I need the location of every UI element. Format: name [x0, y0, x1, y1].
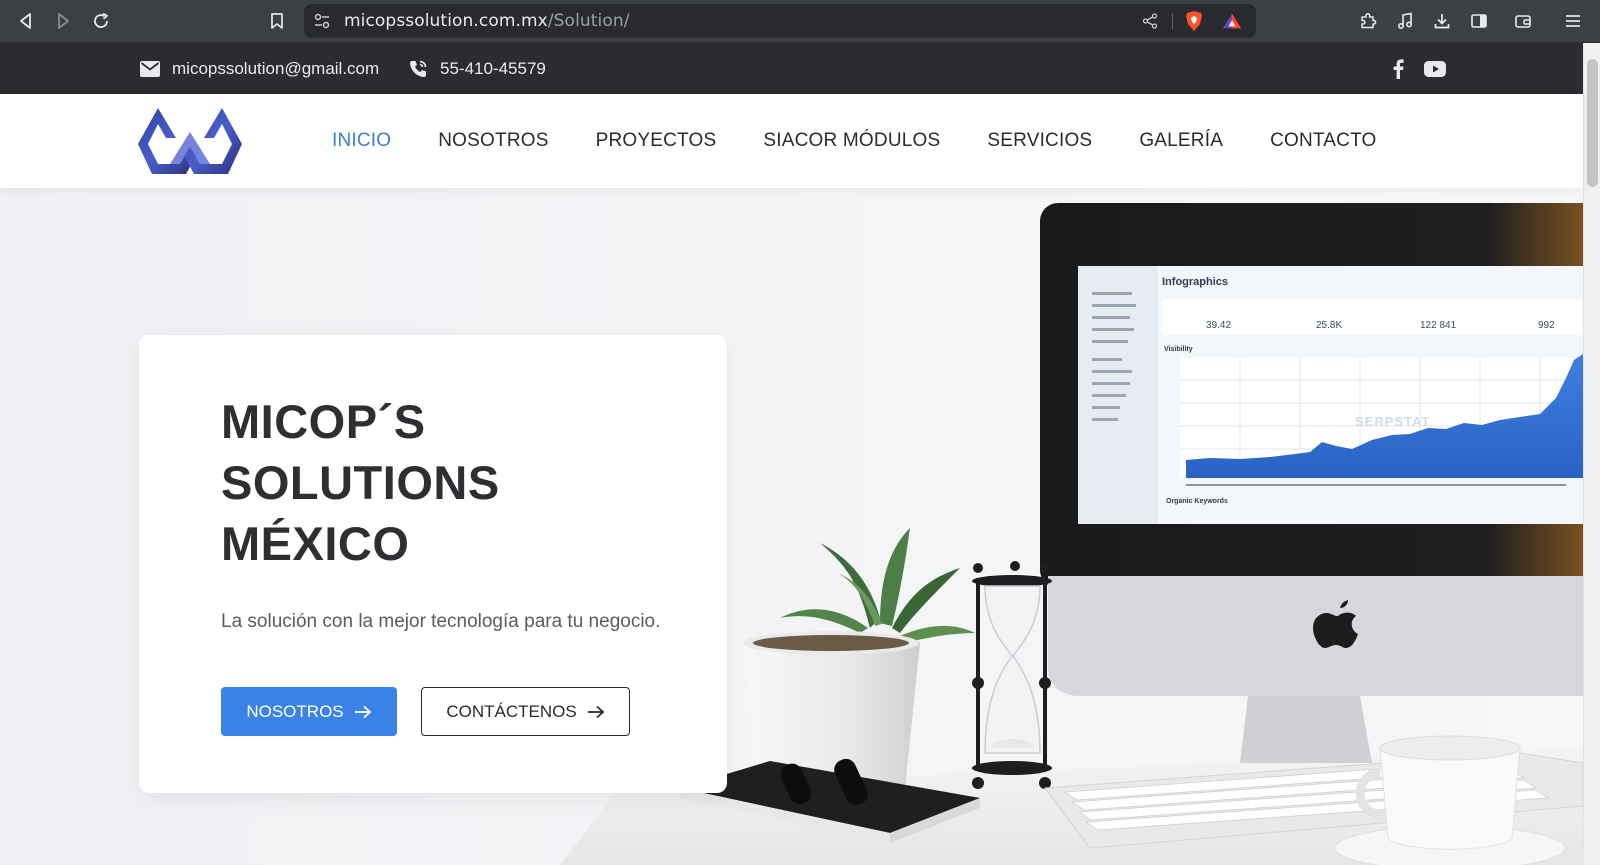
screen-watermark: SERPSTAT — [1355, 414, 1430, 429]
topbar-email[interactable]: micopssolution@gmail.com — [140, 43, 379, 94]
contactenos-button-label: CONTÁCTENOS — [446, 701, 577, 721]
forward-icon[interactable] — [48, 6, 78, 36]
envelope-icon — [140, 60, 160, 77]
screen-stat-2: 25.8K — [1316, 320, 1342, 331]
address-bar[interactable]: micopssolution.com.mx/Solution/ — [304, 4, 1256, 38]
contact-topbar: micopssolution@gmail.com 55-410-45579 — [0, 43, 1583, 94]
nav-item-proyectos[interactable]: PROYECTOS — [596, 130, 717, 152]
screen-section-label: Visibility — [1164, 346, 1193, 353]
brave-rewards-icon[interactable] — [1222, 11, 1242, 31]
site-settings-icon[interactable] — [312, 11, 332, 31]
brave-shield-icon[interactable] — [1184, 11, 1204, 31]
hero-title-line-1: MICOP´S — [221, 395, 426, 448]
hero-section: Infographics 39.42 25.8K 122 841 992 Vis… — [0, 188, 1583, 865]
screen-title: Infographics — [1162, 276, 1228, 288]
hero-card: MICOP´S SOLUTIONS MÉXICO La solución con… — [139, 335, 727, 793]
screen-stat-1: 39.42 — [1206, 320, 1231, 331]
scrollbar-thumb[interactable] — [1587, 59, 1598, 187]
main-navbar: INICIO NOSOTROS PROYECTOS SIACOR MÓDULOS… — [0, 94, 1583, 188]
main-nav: INICIO NOSOTROS PROYECTOS SIACOR MÓDULOS… — [332, 94, 1377, 188]
url-domain: micopssolution.com.mx — [344, 11, 548, 31]
url-separator — [1172, 13, 1173, 29]
menu-icon[interactable] — [1558, 6, 1588, 36]
topbar-phone[interactable]: 55-410-45579 — [408, 43, 546, 94]
downloads-icon[interactable] — [1427, 6, 1457, 36]
page-scrollbar[interactable] — [1583, 43, 1600, 865]
phone-icon — [410, 60, 427, 77]
reload-icon[interactable] — [86, 6, 116, 36]
nosotros-button-label: NOSOTROS — [246, 701, 344, 721]
nav-item-contacto[interactable]: CONTACTO — [1270, 130, 1376, 152]
hero-subtitle: La solución con la mejor tecnología para… — [221, 611, 661, 632]
email-text: micopssolution@gmail.com — [172, 58, 380, 78]
nav-item-siacor-modulos[interactable]: SIACOR MÓDULOS — [763, 130, 940, 152]
phone-text: 55-410-45579 — [440, 58, 546, 78]
youtube-icon[interactable] — [1423, 57, 1447, 81]
hero-title-line-3: MÉXICO — [221, 517, 410, 570]
url-path: /Solution/ — [547, 11, 630, 31]
sidebar-icon[interactable] — [1464, 6, 1494, 36]
nav-item-servicios[interactable]: SERVICIOS — [987, 130, 1092, 152]
facebook-icon[interactable] — [1386, 57, 1410, 81]
screen-footer-label: Organic Keywords — [1166, 498, 1228, 505]
contactenos-button[interactable]: CONTÁCTENOS — [421, 687, 630, 736]
hero-title-line-2: SOLUTIONS — [221, 456, 500, 509]
url-text[interactable]: micopssolution.com.mx/Solution/ — [344, 4, 630, 38]
company-logo[interactable] — [136, 106, 244, 176]
hourglass — [972, 561, 1052, 789]
browser-toolbar: micopssolution.com.mx/Solution/ — [0, 0, 1600, 43]
share-icon[interactable] — [1140, 11, 1160, 31]
screen-stat-4: 992 — [1538, 320, 1555, 331]
bookmark-icon[interactable] — [262, 6, 292, 36]
wallet-icon[interactable] — [1508, 6, 1538, 36]
arrow-right-icon — [587, 705, 605, 718]
nav-item-galeria[interactable]: GALERÍA — [1139, 130, 1223, 152]
arrow-right-icon — [354, 705, 371, 718]
back-icon[interactable] — [11, 6, 41, 36]
nav-item-inicio[interactable]: INICIO — [332, 130, 391, 152]
nosotros-button[interactable]: NOSOTROS — [221, 687, 397, 736]
screen-stat-3: 122 841 — [1420, 320, 1457, 331]
hero-title: MICOP´S SOLUTIONS MÉXICO — [221, 391, 641, 574]
nav-item-nosotros[interactable]: NOSOTROS — [438, 130, 548, 152]
potted-plant — [743, 528, 975, 797]
extensions-icon[interactable] — [1353, 6, 1383, 36]
media-icon[interactable] — [1390, 6, 1420, 36]
